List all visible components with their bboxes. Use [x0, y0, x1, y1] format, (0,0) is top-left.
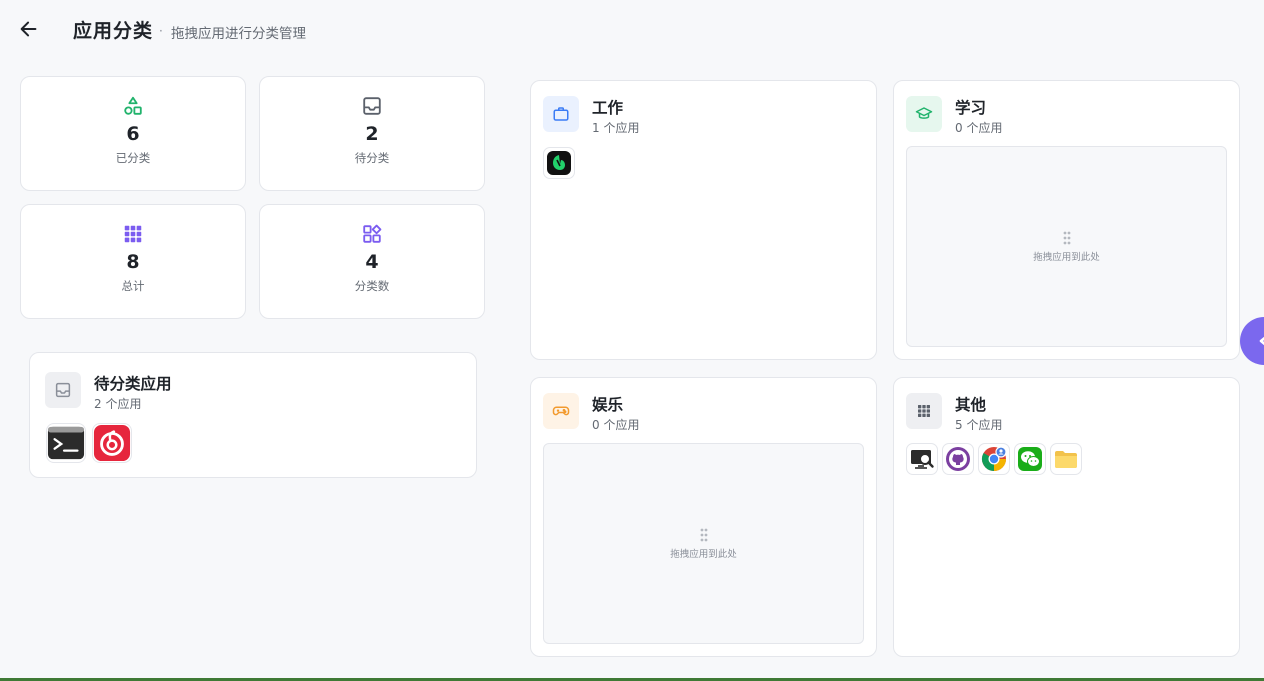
- stat-value: 4: [365, 251, 379, 273]
- screen-viewer-icon[interactable]: [906, 443, 938, 475]
- stat-label: 分类数: [354, 279, 390, 293]
- category-card-work[interactable]: 工作 1 个应用: [530, 80, 877, 360]
- page-title: 应用分类: [73, 20, 154, 42]
- drop-zone[interactable]: 拖拽应用到此处: [543, 443, 864, 644]
- drag-handle-icon: [700, 528, 707, 541]
- category-title: 其他: [955, 396, 987, 414]
- terminal-icon[interactable]: [46, 423, 86, 463]
- stat-label: 总计: [121, 279, 145, 293]
- category-app-list: [906, 443, 1082, 475]
- stat-value: 2: [365, 123, 379, 145]
- pending-count: 2 个应用: [94, 397, 142, 411]
- title-separator: ·: [159, 24, 163, 38]
- category-title: 学习: [955, 99, 987, 117]
- category-card-entertainment[interactable]: 娱乐 0 个应用 拖拽应用到此处: [530, 377, 877, 657]
- category-count: 1 个应用: [592, 121, 640, 135]
- category-count: 0 个应用: [955, 121, 1003, 135]
- category-title: 娱乐: [592, 396, 624, 414]
- chrome-icon[interactable]: [978, 443, 1010, 475]
- shapes-icon: [122, 95, 144, 117]
- chevron-left-icon: [1259, 336, 1264, 346]
- pending-title: 待分类应用: [94, 375, 172, 393]
- drop-hint: 拖拽应用到此处: [1033, 251, 1100, 263]
- github-icon[interactable]: [942, 443, 974, 475]
- drag-handle-icon: [1063, 231, 1070, 244]
- page-subtitle: 拖拽应用进行分类管理: [171, 26, 306, 42]
- category-count: 0 个应用: [592, 418, 640, 432]
- drop-zone[interactable]: 拖拽应用到此处: [906, 146, 1227, 347]
- category-title: 工作: [592, 99, 624, 117]
- floating-action-button[interactable]: [1240, 317, 1264, 365]
- category-card-study[interactable]: 学习 0 个应用 拖拽应用到此处: [893, 80, 1240, 360]
- arrow-left-icon: [20, 21, 37, 37]
- grid-icon: [906, 393, 942, 429]
- category-count: 5 个应用: [955, 418, 1003, 432]
- pending-app-list: [46, 423, 132, 463]
- stat-label: 待分类: [354, 151, 390, 165]
- pending-apps-card[interactable]: 待分类应用 2 个应用: [29, 352, 477, 478]
- inbox-icon: [361, 95, 383, 117]
- category-card-other[interactable]: 其他 5 个应用: [893, 377, 1240, 657]
- stat-card-classified: 6 已分类: [20, 76, 246, 191]
- stat-value: 6: [126, 123, 140, 145]
- wechat-icon[interactable]: [1014, 443, 1046, 475]
- folder-icon[interactable]: [1050, 443, 1082, 475]
- stat-label: 已分类: [115, 151, 151, 165]
- back-button[interactable]: [16, 16, 42, 42]
- page-header: 应用分类 · 拖拽应用进行分类管理: [0, 0, 1264, 58]
- widgets-icon: [361, 223, 383, 245]
- netease-music-icon[interactable]: [92, 423, 132, 463]
- stat-card-categories: 4 分类数: [259, 204, 485, 319]
- drop-hint: 拖拽应用到此处: [670, 548, 737, 560]
- evernote-icon[interactable]: [543, 147, 575, 179]
- graduation-cap-icon: [906, 96, 942, 132]
- inbox-icon: [45, 372, 81, 408]
- stat-card-pending: 2 待分类: [259, 76, 485, 191]
- category-app-list: [543, 147, 575, 179]
- briefcase-icon: [543, 96, 579, 132]
- stat-value: 8: [126, 251, 140, 273]
- gamepad-icon: [543, 393, 579, 429]
- grid-icon: [122, 223, 144, 245]
- stat-card-total: 8 总计: [20, 204, 246, 319]
